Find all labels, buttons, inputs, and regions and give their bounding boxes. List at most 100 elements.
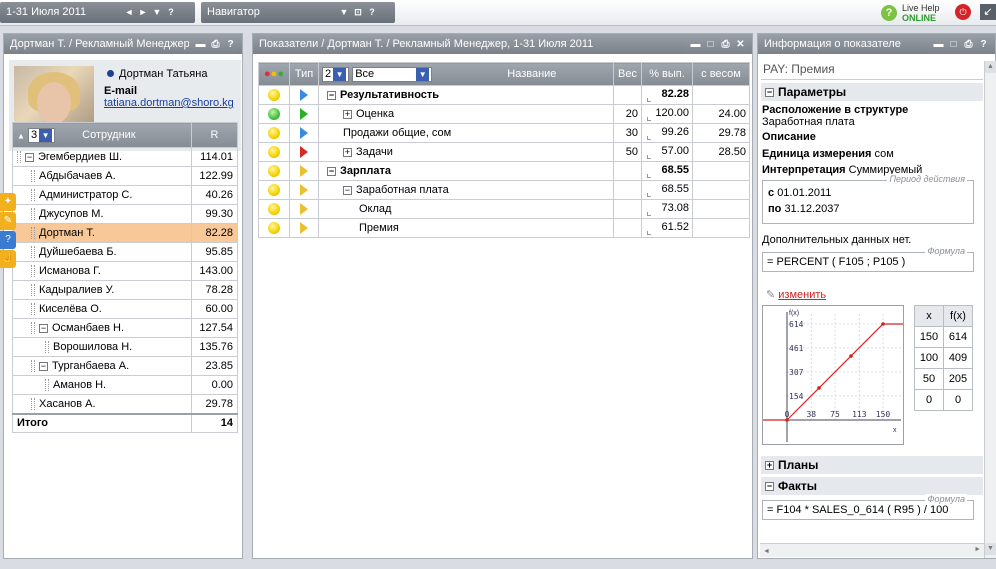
- drag-handle-icon[interactable]: [45, 379, 49, 392]
- maximize-icon[interactable]: □: [946, 35, 961, 54]
- table-row[interactable]: + Задачи 50 57.00 28.50: [258, 142, 750, 162]
- employee-name: Дортман Т.: [39, 226, 95, 239]
- print-icon[interactable]: ⎙: [718, 35, 733, 54]
- table-row[interactable]: Администратор С. 40.26: [12, 185, 238, 205]
- maximize-icon[interactable]: □: [703, 35, 718, 54]
- scroll-down-icon[interactable]: ▼: [985, 543, 996, 555]
- drag-handle-icon[interactable]: [31, 397, 35, 410]
- drag-handle-icon[interactable]: [31, 170, 35, 183]
- comment-icon[interactable]: ✎: [0, 212, 16, 230]
- help-icon[interactable]: ?: [976, 35, 991, 54]
- print-icon[interactable]: ⎙: [208, 35, 223, 54]
- horizontal-scrollbar[interactable]: ◄ ►: [760, 543, 984, 557]
- col-weight[interactable]: Вес: [613, 62, 642, 86]
- idea-icon[interactable]: ✦: [0, 193, 16, 211]
- collapse-icon[interactable]: −: [39, 323, 48, 333]
- col-weighted[interactable]: с весом: [692, 62, 750, 86]
- table-row[interactable]: + Оценка 20 120.00 24.00: [258, 104, 750, 124]
- popout-icon[interactable]: ⊡: [351, 2, 365, 23]
- email-link[interactable]: tatiana.dortman@shoro.kg: [104, 97, 234, 109]
- col-employee[interactable]: Сотрудник: [82, 129, 135, 141]
- print-icon[interactable]: ⎙: [961, 35, 976, 54]
- power-icon[interactable]: ⏻: [955, 4, 971, 20]
- col-name[interactable]: Название: [507, 68, 556, 80]
- scroll-left-icon[interactable]: ◄: [763, 548, 770, 555]
- drag-handle-icon[interactable]: [31, 189, 35, 202]
- table-row[interactable]: Абдыбачаев А. 122.99: [12, 166, 238, 186]
- drag-handle-icon[interactable]: [17, 151, 21, 164]
- scroll-right-icon[interactable]: ►: [974, 546, 981, 553]
- drag-handle-icon[interactable]: [45, 341, 49, 354]
- table-row[interactable]: Хасанов А. 29.78: [12, 394, 238, 414]
- help-icon[interactable]: ?: [365, 2, 379, 23]
- navigator-selector[interactable]: Навигатор ▼ ⊡?: [201, 2, 395, 23]
- table-row[interactable]: Оклад 73.08: [258, 199, 750, 219]
- question-icon[interactable]: ?: [0, 231, 16, 249]
- table-row[interactable]: Продажи общие, сом 30 99.26 29.78: [258, 123, 750, 143]
- col-pct[interactable]: % вып.: [641, 62, 693, 86]
- prev-period-icon[interactable]: ◄: [122, 2, 136, 23]
- exit-icon[interactable]: ↙: [980, 4, 996, 20]
- corner-mark-icon: [647, 136, 651, 140]
- table-row[interactable]: Кадыралиев У. 78.28: [12, 280, 238, 300]
- table-row[interactable]: Дортман Т. 82.28: [12, 223, 238, 243]
- plans-section-header[interactable]: + Планы: [761, 456, 983, 474]
- fx-value: 409: [943, 347, 973, 369]
- col-r[interactable]: R: [191, 122, 238, 148]
- collapse-icon[interactable]: −: [765, 88, 774, 98]
- level-select[interactable]: 3 ▼: [27, 127, 56, 143]
- table-row[interactable]: Премия 61.52: [258, 218, 750, 238]
- params-section-header[interactable]: − Параметры: [761, 83, 983, 101]
- minimize-icon[interactable]: ▬: [931, 35, 946, 54]
- close-icon[interactable]: ✕: [733, 35, 748, 54]
- drag-handle-icon[interactable]: [31, 208, 35, 221]
- sort-icon[interactable]: ▲: [17, 131, 25, 140]
- drag-handle-icon[interactable]: [31, 227, 35, 240]
- help-icon[interactable]: ?: [164, 2, 178, 23]
- facts-section-header[interactable]: − Факты: [761, 477, 983, 495]
- dropdown-icon[interactable]: ▼: [150, 2, 164, 23]
- drag-handle-icon[interactable]: [31, 284, 35, 297]
- table-row[interactable]: Исманова Г. 143.00: [12, 261, 238, 281]
- table-row[interactable]: − Зарплата 68.55: [258, 161, 750, 181]
- drag-handle-icon[interactable]: [31, 246, 35, 259]
- help-icon[interactable]: ?: [223, 35, 238, 54]
- table-row[interactable]: − Результативность 82.28: [258, 85, 750, 105]
- collapse-icon[interactable]: −: [25, 152, 34, 162]
- expand-icon[interactable]: +: [343, 147, 352, 157]
- collapse-icon[interactable]: −: [39, 361, 48, 371]
- collapse-icon[interactable]: −: [765, 482, 774, 492]
- table-row[interactable]: − Турганбаева А. 23.85: [12, 356, 238, 376]
- dropdown-icon[interactable]: ▼: [337, 2, 351, 23]
- table-row[interactable]: Аманов Н. 0.00: [12, 375, 238, 395]
- indicator-weighted: [692, 199, 750, 219]
- table-row[interactable]: Джусупов М. 99.30: [12, 204, 238, 224]
- col-type[interactable]: Тип: [289, 62, 319, 86]
- table-row[interactable]: − Заработная плата 68.55: [258, 180, 750, 200]
- live-help-button[interactable]: ? Live Help ONLINE: [881, 2, 951, 24]
- minimize-icon[interactable]: ▬: [193, 35, 208, 54]
- table-row[interactable]: − Эгембердиев Ш. 114.01: [12, 147, 238, 167]
- next-period-icon[interactable]: ►: [136, 2, 150, 23]
- table-row[interactable]: Дуйшебаева Б. 95.85: [12, 242, 238, 262]
- minimize-icon[interactable]: ▬: [688, 35, 703, 54]
- scroll-up-icon[interactable]: ▲: [985, 61, 996, 73]
- vertical-scrollbar[interactable]: ▲ ▼: [984, 61, 996, 558]
- drag-handle-icon[interactable]: [31, 360, 35, 373]
- table-row[interactable]: − Османбаев Н. 127.54: [12, 318, 238, 338]
- drag-handle-icon[interactable]: [31, 322, 35, 335]
- table-row[interactable]: Ворошилова Н. 135.76: [12, 337, 238, 357]
- table-row[interactable]: Киселёва О. 60.00: [12, 299, 238, 319]
- drag-handle-icon[interactable]: [31, 265, 35, 278]
- drag-handle-icon[interactable]: [31, 303, 35, 316]
- like-icon[interactable]: ☝: [0, 250, 16, 268]
- edit-link[interactable]: изменить: [778, 289, 826, 301]
- period-selector[interactable]: 1-31 Июля 2011 ◄ ► ▼?: [0, 2, 195, 23]
- collapse-icon[interactable]: −: [327, 90, 336, 100]
- level-select[interactable]: 2 ▼: [322, 66, 350, 82]
- expand-icon[interactable]: +: [765, 461, 774, 471]
- expand-icon[interactable]: +: [343, 109, 352, 119]
- collapse-icon[interactable]: −: [327, 166, 336, 176]
- filter-select[interactable]: Все ▼: [352, 66, 433, 82]
- collapse-icon[interactable]: −: [343, 185, 352, 195]
